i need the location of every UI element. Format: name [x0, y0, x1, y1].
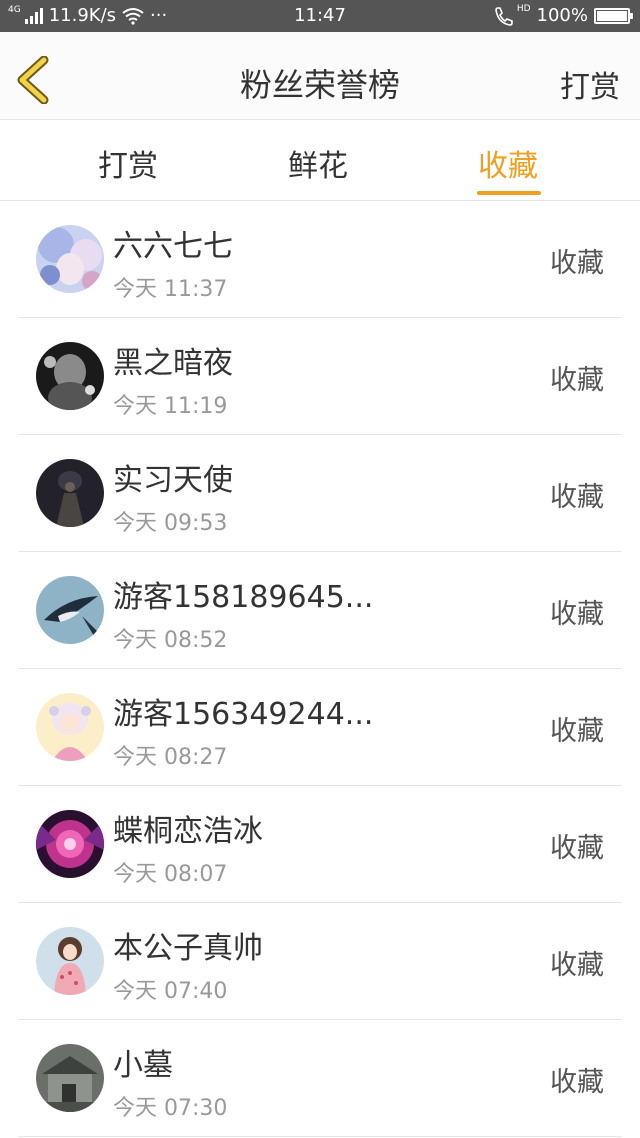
- avatar[interactable]: [36, 693, 104, 761]
- fan-time: 今天 07:40: [113, 979, 228, 1004]
- fan-time: 今天 08:52: [113, 628, 228, 653]
- fan-time: 今天 07:30: [113, 1096, 228, 1121]
- battery-percent: 100%: [536, 5, 588, 26]
- fan-time: 今天 11:37: [113, 277, 228, 302]
- fan-action: 收藏: [550, 833, 604, 864]
- fan-time: 今天 08:27: [113, 745, 228, 770]
- fan-action: 收藏: [550, 950, 604, 981]
- active-tab-indicator: [477, 191, 541, 195]
- fan-time: 今天 08:07: [113, 862, 228, 887]
- pink-flower-avatar: [36, 810, 104, 878]
- list-item[interactable]: 六六七七 今天 11:37 收藏: [0, 201, 640, 318]
- fan-name: 游客158189645...: [113, 580, 374, 615]
- battery-fill: [597, 10, 627, 21]
- nav-header: 粉丝荣誉榜 打赏: [0, 32, 640, 120]
- list-item[interactable]: 小墓 今天 07:30 收藏: [0, 1020, 640, 1137]
- fan-name: 小墓: [113, 1048, 173, 1083]
- avatar[interactable]: [36, 459, 104, 527]
- fan-action: 收藏: [550, 248, 604, 279]
- status-right: HD 100%: [493, 3, 633, 26]
- list-item[interactable]: 游客156349244... 今天 08:27 收藏: [0, 669, 640, 786]
- list-item[interactable]: 蝶桐恋浩冰 今天 08:07 收藏: [0, 786, 640, 903]
- reward-button[interactable]: 打赏: [560, 62, 620, 106]
- grey-house-avatar: [36, 1044, 104, 1112]
- fan-action: 收藏: [550, 482, 604, 513]
- fan-name: 游客156349244...: [113, 697, 374, 732]
- avatar[interactable]: [36, 927, 104, 995]
- tab-bar: 打赏 鲜花 收藏: [0, 121, 640, 201]
- fan-action: 收藏: [550, 365, 604, 396]
- anime-girl-avatar: [36, 225, 104, 293]
- tab-flowers[interactable]: 鲜花: [288, 141, 348, 185]
- dark-angel-avatar: [36, 459, 104, 527]
- list-item[interactable]: 黑之暗夜 今天 11:19 收藏: [0, 318, 640, 435]
- avatar[interactable]: [36, 576, 104, 644]
- fan-name: 本公子真帅: [113, 931, 263, 966]
- hd-call-icon: [495, 6, 513, 26]
- tab-favorites[interactable]: 收藏: [478, 141, 538, 185]
- fan-time: 今天 09:53: [113, 511, 228, 536]
- fan-name: 实习天使: [113, 463, 233, 498]
- page-title: 粉丝荣誉榜: [239, 66, 400, 104]
- tab-reward[interactable]: 打赏: [98, 141, 158, 185]
- avatar[interactable]: [36, 1044, 104, 1112]
- fan-name: 六六七七: [113, 229, 233, 264]
- fan-time: 今天 11:19: [113, 394, 228, 419]
- dark-figure-avatar: [36, 342, 104, 410]
- avatar[interactable]: [36, 225, 104, 293]
- status-bar: 4G 11.9K/s ··· 11:47 HD 100%: [0, 0, 640, 32]
- magpie-bird-avatar: [36, 576, 104, 644]
- avatar[interactable]: [36, 810, 104, 878]
- pajama-girl-avatar: [36, 927, 104, 995]
- list-item[interactable]: 实习天使 今天 09:53 收藏: [0, 435, 640, 552]
- fan-name: 黑之暗夜: [113, 346, 233, 381]
- list-item[interactable]: 游客158189645... 今天 08:52 收藏: [0, 552, 640, 669]
- pink-maid-avatar: [36, 693, 104, 761]
- list-item[interactable]: 本公子真帅 今天 07:40 收藏: [0, 903, 640, 1020]
- fan-action: 收藏: [550, 599, 604, 630]
- avatar[interactable]: [36, 342, 104, 410]
- fan-action: 收藏: [550, 716, 604, 747]
- fan-list: 六六七七 今天 11:37 收藏 黑之暗夜 今天 11:19 收藏 实习天使 今…: [0, 201, 640, 1137]
- fan-name: 蝶桐恋浩冰: [113, 814, 263, 849]
- battery-icon: [594, 7, 633, 24]
- fan-action: 收藏: [550, 1067, 604, 1098]
- hd-tag: HD: [516, 3, 531, 14]
